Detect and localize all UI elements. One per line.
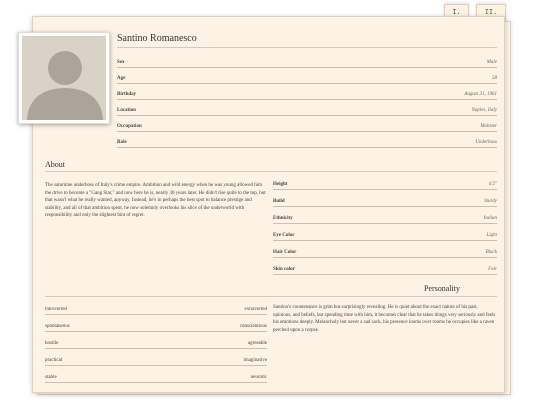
info-value: Mobster	[480, 124, 497, 129]
trait-row: stable neurotic	[45, 369, 267, 383]
info-row-sex: Sex Male	[117, 54, 497, 68]
info-label: Role	[117, 140, 127, 145]
attr-label: Build	[273, 199, 285, 204]
info-value: Male	[486, 60, 497, 65]
divider	[117, 47, 497, 48]
info-row-role: Role Underboss	[117, 134, 497, 148]
about-text: The saturnine underboss of Italy's crime…	[45, 183, 266, 219]
info-label: Birthday	[117, 92, 137, 97]
trait-row: hostile agreeable	[45, 335, 267, 349]
trait-left: stable	[45, 375, 57, 380]
trait-left: spontaneous	[45, 324, 70, 329]
attr-label: Eye Color	[273, 233, 295, 238]
trait-right: extraverted	[244, 307, 268, 312]
attr-value: Light	[486, 233, 497, 238]
info-row-occupation: Occupation Mobster	[117, 118, 497, 132]
trait-row: practical imaginative	[45, 352, 267, 366]
info-row-age: Age 58	[117, 70, 497, 84]
attr-label: Hair Color	[273, 250, 297, 255]
attr-label: Ethnicity	[273, 216, 293, 221]
trait-left: practical	[45, 358, 63, 363]
character-name: Santino Romanesco	[117, 33, 197, 44]
trait-left: hostile	[45, 341, 59, 346]
trait-right: agreeable	[247, 341, 267, 346]
trait-right: neurotic	[250, 375, 267, 380]
info-label: Location	[117, 108, 136, 113]
trait-row: introverted extraverted	[45, 301, 267, 315]
info-label: Sex	[117, 60, 125, 65]
attr-row-hair-color: Hair Color Black	[273, 244, 497, 258]
personality-text: Santino's countenance is grim but surpri…	[273, 305, 496, 333]
info-label: Occupation	[117, 124, 142, 129]
info-value: Naples, Italy	[471, 108, 497, 113]
about-heading: About	[45, 160, 65, 169]
trait-left: introverted	[45, 307, 67, 312]
trait-row: spontaneous conscientious	[45, 318, 267, 332]
person-silhouette-icon	[22, 36, 106, 120]
personality-heading: Personality	[424, 284, 460, 293]
attr-value: 6'2"	[488, 182, 497, 187]
info-value: 58	[492, 76, 497, 81]
trait-right: conscientious	[239, 324, 267, 329]
attr-row-ethnicity: Ethnicity Italian	[273, 210, 497, 224]
info-row-birthday: Birthday August 31, 1961	[117, 86, 497, 100]
attr-label: Skin color	[273, 267, 295, 272]
portrait-frame	[18, 32, 110, 124]
attr-value: Sturdy	[484, 199, 497, 204]
attr-value: Fair	[488, 267, 497, 272]
attr-row-height: Height 6'2"	[273, 176, 497, 190]
attr-value: Black	[485, 250, 497, 255]
attr-label: Height	[273, 182, 288, 187]
attr-row-skin-color: Skin color Fair	[273, 261, 497, 275]
divider	[45, 171, 497, 172]
attr-row-build: Build Sturdy	[273, 193, 497, 207]
info-label: Age	[117, 76, 126, 81]
info-value: August 31, 1961	[464, 92, 497, 97]
info-row-location: Location Naples, Italy	[117, 102, 497, 116]
attr-value: Italian	[483, 216, 497, 221]
trait-right: imaginative	[243, 358, 267, 363]
attr-row-eye-color: Eye Color Light	[273, 227, 497, 241]
info-value: Underboss	[475, 140, 497, 145]
divider	[45, 296, 497, 297]
